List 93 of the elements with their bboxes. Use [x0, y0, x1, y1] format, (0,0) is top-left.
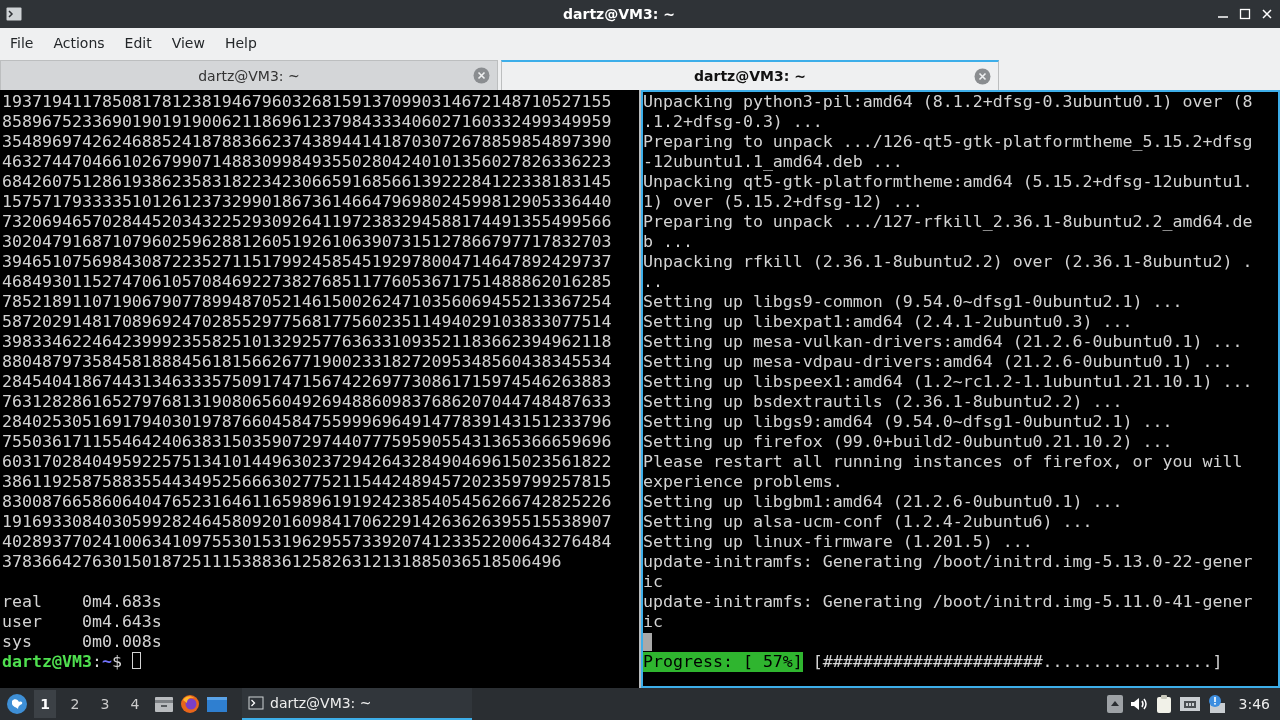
timing-value: 0m0.008s: [81, 632, 162, 652]
output-line: ic: [643, 612, 664, 632]
text-cursor: [131, 652, 141, 669]
prompt-path: ~: [101, 652, 112, 672]
menu-item[interactable]: Help: [216, 31, 265, 55]
output-line: 2840253051691794030197876604584755999696491477839143151233796: [2, 412, 613, 432]
output-line: Setting up firefox (99.0+build2-0ubuntu0.21.10.2) ...: [643, 432, 1174, 452]
terminal-tab[interactable]: dartz@VM3: ~: [0, 60, 498, 90]
clock[interactable]: 3:46: [1238, 696, 1270, 712]
output-line: 3983346224642399923558251013292577636331093521183662394962118: [2, 332, 613, 352]
output-line: 1937194117850817812381946796032681591370990314672148710527155: [2, 92, 613, 112]
output-line: Setting up libexpat1:amd64 (2.4.1-2ubuntu0.3) ...: [643, 312, 1134, 332]
output-line: Preparing to unpack .../127-rfkill_2.36.1-8ubuntu2.2_amd64.de: [643, 212, 1254, 232]
output-line: 3861192587588355443495256663027752115442489457202359799257815: [2, 472, 613, 492]
output-line: 3020479168710796025962881260519261063907315127866797717832703: [2, 232, 613, 252]
output-line: update-initramfs: Generating /boot/initrd.img-5.11.0-41-gener: [643, 592, 1254, 612]
output-line: 8300876658606404765231646116598961919242385405456266742825226: [2, 492, 613, 512]
terminal-tab[interactable]: dartz@VM3: ~: [501, 60, 999, 90]
output-line: 7631282861652797681319080656049269488609837686207044748487633: [2, 392, 613, 412]
output-line: .1.2+dfsg-0.3) ...: [643, 112, 824, 132]
output-line: Setting up linux-firmware (1.201.5) ...: [643, 532, 1034, 552]
workspace-button[interactable]: 4: [124, 690, 146, 718]
output-line: 3548969742624688524187883662374389441418703072678859854897390: [2, 132, 613, 152]
output-line: Setting up mesa-vulkan-drivers:amd64 (21.2.6-0ubuntu0.1) ...: [643, 332, 1244, 352]
output-line: -12ubuntu1.1_amd64.deb ...: [643, 152, 904, 172]
output-line: Setting up libgs9:amd64 (9.54.0~dfsg1-0ubuntu2.1) ...: [643, 412, 1174, 432]
output-line: ..: [643, 272, 664, 292]
output-line: ic: [643, 572, 664, 592]
output-line: 7320694657028445203432252930926411972383294588174491355499566: [2, 212, 613, 232]
output-line: Unpacking rfkill (2.36.1-8ubuntu2.2) over (2.36.1-8ubuntu2) .: [643, 252, 1254, 272]
output-line: 1575717933335101261237329901867361466479698024599812905336440: [2, 192, 613, 212]
output-line: 7852189110719067907789948705214615002624710356069455213367254: [2, 292, 613, 312]
prompt-user-host: dartz@VM3: [2, 652, 92, 672]
volume-icon[interactable]: [1128, 695, 1149, 713]
output-line: Preparing to unpack .../126-qt5-gtk-platformtheme_5.15.2+dfsg: [643, 132, 1254, 152]
close-icon[interactable]: [1260, 7, 1274, 21]
output-line: 4028937702410063410975530153196295573392074123352200643276484: [2, 532, 613, 552]
timing-label: user: [2, 612, 43, 632]
output-line: 5872029148170896924702855297756817756023511494029103833077514: [2, 312, 613, 332]
output-line: 3946510756984308722352711517992458545192978004714647892429737: [2, 252, 613, 272]
window-icon[interactable]: [206, 695, 228, 713]
window-title: dartz@VM3: ~: [562, 6, 676, 22]
output-line: Setting up alsa-ucm-conf (1.2.4-2ubuntu6) ...: [643, 512, 1094, 532]
terminal-icon: [248, 696, 264, 710]
output-line: Setting up libgs9-common (9.54.0~dfsg1-0ubuntu2.1) ...: [643, 292, 1184, 312]
progress-bar-text: [######################.................]: [812, 652, 1223, 672]
prompt-symbol: $: [111, 652, 122, 672]
menu-item[interactable]: File: [2, 31, 42, 55]
output-line: 1916933084030599282464580920160984170622914263626395515538907: [2, 512, 613, 532]
maximize-icon[interactable]: [1238, 7, 1252, 21]
notification-icon[interactable]: [1206, 694, 1227, 714]
output-line: 4632744704661026799071488309984935502804240101356027826336223: [2, 152, 613, 172]
output-line: Setting up bsdextrautils (2.36.1-8ubuntu2.2) ...: [643, 392, 1124, 412]
output-line: 4684930115274706105708469227382768511776053671751488862016285: [2, 272, 613, 292]
output-line: 6031702840495922575134101449630237294264328490469615023561822: [2, 452, 613, 472]
output-line: 6842607512861938623583182234230665916856613922284122338183145: [2, 172, 613, 192]
output-line: Please restart all running instances of firefox, or you will: [643, 452, 1244, 472]
menu-item[interactable]: View: [163, 31, 213, 55]
output-line: 2845404186744313463335750917471567422697730861715974546263883: [2, 372, 613, 392]
app-menu-icon[interactable]: [6, 693, 28, 715]
workspace-button[interactable]: 1: [34, 690, 56, 718]
timing-value: 0m4.683s: [81, 592, 162, 612]
output-line: 8804879735845818884561815662677190023318272095348560438345534: [2, 352, 613, 372]
terminal-icon: [6, 7, 22, 21]
output-line: Setting up libgbm1:amd64 (21.2.6-0ubuntu0.1) ...: [643, 492, 1124, 512]
task-button[interactable]: dartz@VM3: ~: [242, 688, 472, 720]
output-line: b ...: [643, 232, 694, 252]
prompt-separator: :: [91, 652, 102, 672]
output-line: 1) over (5.15.2+dfsg-12) ...: [643, 192, 924, 212]
text-cursor: [643, 633, 652, 651]
output-line: Setting up mesa-vdpau-drivers:amd64 (21.2.6-0ubuntu0.1) ...: [643, 352, 1234, 372]
workspace-button[interactable]: 3: [94, 690, 116, 718]
output-line: Unpacking qt5-gtk-platformtheme:amd64 (5.15.2+dfsg-12ubuntu1.: [643, 172, 1254, 192]
output-line: 8589675233690190191900621186961237984333406027160332499349959: [2, 112, 613, 132]
output-line: 37836642763015018725111538836125826312131885036518506496: [2, 552, 563, 572]
timing-label: real: [2, 592, 43, 612]
progress-label: Progress: [ 57%]: [643, 652, 803, 672]
output-line: experience problems.: [643, 472, 844, 492]
menu-item[interactable]: Edit: [116, 31, 160, 55]
timing-value: 0m4.643s: [81, 612, 162, 632]
menu-item[interactable]: Actions: [45, 31, 113, 55]
output-line: Unpacking python3-pil:amd64 (8.1.2+dfsg-0.3ubuntu0.1) over (8: [643, 92, 1254, 112]
output-line: Setting up libspeex1:amd64 (1.2~rc1.2-1.1ubuntu1.21.10.1) ...: [643, 372, 1254, 392]
timing-label: sys: [2, 632, 33, 652]
clipboard-icon[interactable]: [1154, 694, 1173, 714]
workspace-button[interactable]: 2: [64, 690, 86, 718]
folder-icon[interactable]: [154, 695, 174, 713]
output-line: update-initramfs: Generating /boot/initrd.img-5.13.0-22-gener: [643, 552, 1254, 572]
network-icon[interactable]: [1178, 695, 1201, 713]
browser-icon[interactable]: [180, 694, 200, 714]
terminal-pane[interactable]: [0, 90, 639, 688]
output-line: 7550361711554642406383150359072974407775959055431365366659696: [2, 432, 613, 452]
terminal-pane[interactable]: [641, 90, 1280, 688]
